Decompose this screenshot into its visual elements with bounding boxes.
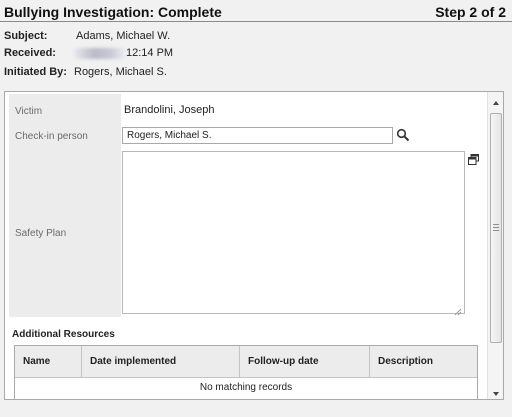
column-header-follow-up-date[interactable]: Follow-up date (240, 346, 370, 378)
table-header: Name Date implemented Follow-up date Des… (15, 346, 477, 378)
additional-resources-title: Additional Resources (12, 329, 115, 340)
victim-value: Brandolini, Joseph (124, 104, 215, 116)
resources-table: Name Date implemented Follow-up date Des… (14, 345, 478, 399)
redacted-date (74, 48, 126, 59)
chevron-up-icon[interactable] (491, 95, 501, 105)
column-header-date-implemented[interactable]: Date implemented (82, 346, 240, 378)
victim-label: Victim (15, 106, 43, 117)
column-header-name[interactable]: Name (15, 346, 82, 378)
label-column (9, 94, 121, 317)
form-panel: Victim Brandolini, Joseph Check-in perso… (4, 91, 504, 400)
search-icon[interactable] (396, 128, 410, 142)
safety-plan-textarea[interactable] (122, 151, 465, 316)
checkin-person-input[interactable]: Rogers, Michael S. (122, 127, 393, 144)
scrollbar-grip-icon (493, 224, 499, 231)
initiated-value: Rogers, Michael S. (74, 66, 167, 78)
step-indicator: Step 2 of 2 (435, 4, 506, 20)
chevron-down-icon[interactable] (491, 386, 501, 396)
empty-table-message: No matching records (199, 382, 293, 393)
expand-window-icon[interactable] (468, 152, 479, 165)
column-header-description[interactable]: Description (370, 346, 477, 378)
resize-grip-icon[interactable] (454, 303, 462, 316)
vertical-scrollbar[interactable] (487, 92, 503, 399)
subject-label: Subject: (4, 30, 48, 42)
safety-plan-label: Safety Plan (15, 228, 67, 239)
page-title: Bullying Investigation: Complete (4, 4, 222, 20)
form-content: Victim Brandolini, Joseph Check-in perso… (5, 92, 487, 399)
received-value: 12:14 PM (126, 47, 174, 59)
initiated-label: Initiated By: (4, 66, 67, 78)
scrollbar-thumb[interactable] (490, 113, 502, 343)
received-label: Received: (4, 47, 56, 59)
checkin-label: Check-in person (15, 131, 88, 142)
subject-value: Adams, Michael W. (76, 30, 171, 42)
title-bar: Bullying Investigation: Complete Step 2 … (0, 0, 512, 22)
